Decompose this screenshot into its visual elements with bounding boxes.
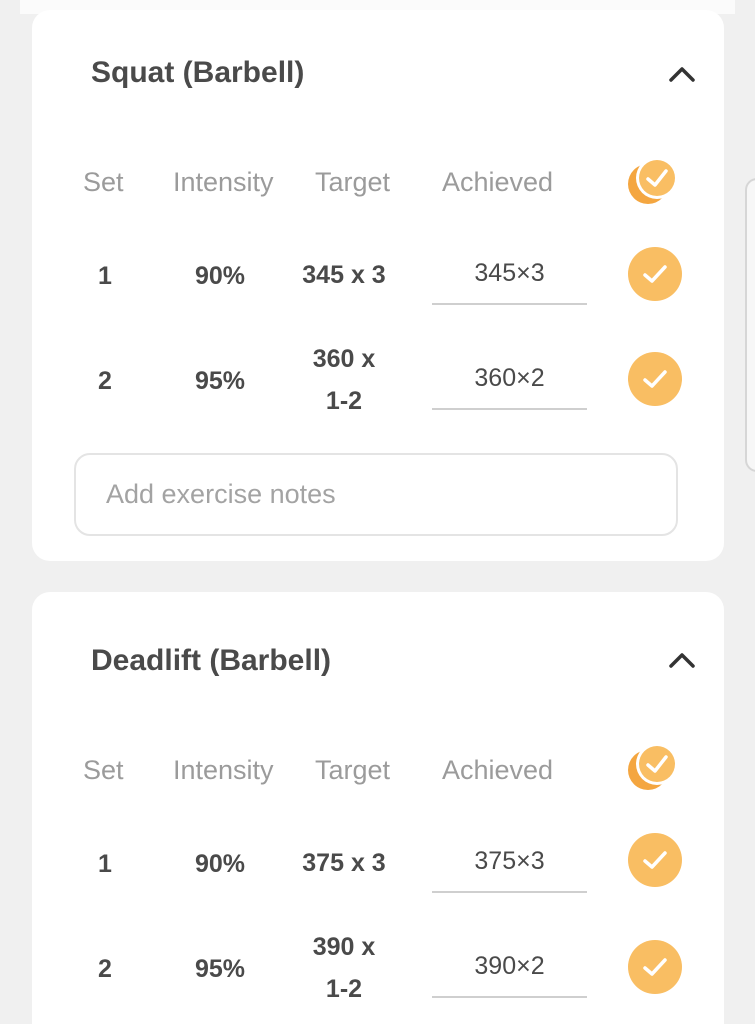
achieved-input[interactable]	[432, 348, 587, 410]
column-header-intensity: Intensity	[173, 755, 274, 785]
target-text: 345 x 3	[302, 261, 386, 289]
column-header-achieved: Achieved	[442, 755, 554, 785]
check-all-icon	[628, 157, 678, 204]
check-all-icon	[628, 743, 678, 790]
set-intensity: 95%	[195, 955, 246, 983]
set-target: 345 x 3	[279, 254, 409, 296]
set-target: 390 x 1-2	[279, 926, 409, 1010]
achieved-input[interactable]	[432, 936, 587, 998]
set-intensity: 90%	[195, 850, 246, 878]
set-target: 360 x 1-2	[279, 338, 409, 422]
set-number: 2	[98, 955, 112, 983]
set-intensity: 90%	[195, 262, 246, 290]
target-text: 1-2	[325, 975, 363, 1003]
side-drawer-handle[interactable]	[745, 178, 755, 472]
check-icon	[643, 265, 667, 283]
target-text: 1-2	[325, 387, 363, 415]
collapse-button[interactable]	[664, 644, 700, 674]
exercise-notes-input[interactable]	[74, 453, 678, 536]
check-icon	[643, 851, 667, 869]
chevron-up-icon	[669, 653, 695, 668]
column-header-achieved: Achieved	[442, 167, 554, 197]
exercise-title: Deadlift (Barbell)	[91, 644, 332, 677]
column-header-set: Set	[83, 167, 124, 197]
set-number: 1	[98, 262, 112, 290]
column-header-target: Target	[315, 167, 391, 197]
complete-set-button[interactable]	[628, 940, 682, 994]
complete-set-button[interactable]	[628, 833, 682, 887]
complete-set-button[interactable]	[628, 247, 682, 301]
column-header-intensity: Intensity	[173, 167, 274, 197]
exercise-title: Squat (Barbell)	[91, 56, 305, 89]
achieved-input[interactable]	[432, 243, 587, 305]
target-text: 375 x 3	[302, 849, 386, 877]
target-text: 360 x	[312, 345, 376, 373]
achieved-input[interactable]	[432, 831, 587, 893]
collapse-button[interactable]	[664, 58, 700, 88]
check-icon	[643, 958, 667, 976]
target-text: 390 x	[312, 933, 376, 961]
exercise-card-squat: Squat (Barbell) Set Intensity Target Ach…	[32, 10, 724, 561]
column-header-target: Target	[315, 755, 391, 785]
set-intensity: 95%	[195, 367, 246, 395]
set-target: 375 x 3	[279, 842, 409, 884]
complete-all-button[interactable]	[624, 156, 684, 206]
complete-set-button[interactable]	[628, 352, 682, 406]
check-icon	[643, 370, 667, 388]
exercise-card-deadlift: Deadlift (Barbell) Set Intensity Target …	[32, 592, 724, 1024]
chevron-up-icon	[669, 67, 695, 82]
column-header-set: Set	[83, 755, 124, 785]
set-number: 1	[98, 850, 112, 878]
set-number: 2	[98, 367, 112, 395]
complete-all-button[interactable]	[624, 742, 684, 792]
